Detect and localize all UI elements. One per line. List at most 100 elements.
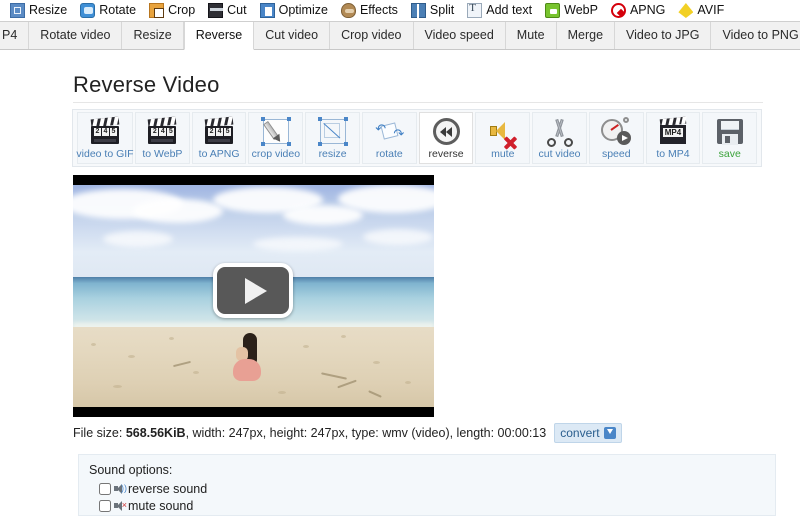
menu-item-apng[interactable]: APNG [610,1,665,21]
menu-item-split[interactable]: Split [410,1,455,21]
menu-label: AVIF [697,3,725,18]
reverse-sound-checkbox[interactable] [99,482,111,495]
app-root: Resize Rotate Crop Cut Optimize Effects … [0,0,800,518]
clapperboard-icon: 245 [146,116,178,147]
mp4-clapperboard-icon: MP4 [657,116,689,147]
tab-label: Mute [516,28,545,43]
resize-icon [10,3,25,18]
crop-icon [149,3,165,18]
tab-p4[interactable]: P4 [0,22,30,49]
file-size-value: 568.56KiB [125,426,186,440]
tab-label: P4 [2,28,18,43]
sound-options-panel: Sound options: )) reverse sound × mute s… [78,454,776,516]
tab-rotate-video[interactable]: Rotate video [29,22,123,49]
tool-button-rotate[interactable]: ↶ ↷ rotate [361,112,417,164]
tool-label: video to GIF [76,148,134,160]
optimize-icon [259,3,275,18]
tab-video-to-png[interactable]: Video to PNG [711,22,800,49]
option-row-mute-sound[interactable]: × mute sound [89,497,775,514]
cloud [103,231,173,247]
tool-label: speed [601,148,631,160]
tool-button-speed[interactable]: speed [588,112,644,164]
speaker-mute-icon [487,117,519,150]
menu-item-avif[interactable]: AVIF [678,1,724,21]
tab-label: Crop video [341,28,402,43]
avif-icon [678,3,694,18]
menu-label: Effects [359,3,398,18]
menu-item-resize[interactable]: Resize [10,1,67,21]
tool-button-to-apng[interactable]: 245 to APNG [191,112,247,164]
tab-label: Cut video [265,28,319,43]
file-info-line: File size: 568.56KiB , width: 247px, hei… [73,423,622,443]
convert-button[interactable]: convert [554,423,622,443]
tab-label: Rotate video [40,28,111,43]
menu-item-effects[interactable]: Effects [340,1,398,21]
add-text-icon [467,2,483,18]
option-label: mute sound [128,498,194,513]
tab-resize[interactable]: Resize [122,22,184,49]
file-size-label: File size: [73,426,123,440]
tool-label: rotate [375,148,403,160]
cut-icon [208,3,224,18]
tool-button-reverse[interactable]: reverse [418,112,474,164]
tool-button-to-webp[interactable]: 245 to WebP [135,112,190,164]
tool-button-resize[interactable]: resize [305,112,360,164]
play-icon [244,277,267,304]
menu-label: WebP [564,3,598,18]
tool-label: reverse [428,148,464,160]
tab-label: Video to PNG [722,28,799,43]
clapperboard-icon: 245 [203,116,235,147]
mute-sound-checkbox[interactable] [99,499,111,512]
menu-label: Optimize [278,3,328,18]
menu-label: Resize [29,3,68,18]
tab-label: Video speed [424,28,494,43]
menu-item-optimize[interactable]: Optimize [259,1,328,21]
play-button[interactable] [213,263,293,318]
tab-strip: P4 Rotate video Resize Reverse Cut video… [0,22,800,50]
tool-label: save [718,148,741,160]
tab-cut-video[interactable]: Cut video [254,22,331,49]
convert-label: convert [560,426,600,440]
tab-video-to-jpg[interactable]: Video to JPG [615,22,712,49]
menu-item-rotate[interactable]: Rotate [80,1,136,21]
tool-button-save[interactable]: save [702,112,758,164]
tool-label: resize [318,148,347,160]
apng-icon [610,3,626,18]
tool-label: to MP4 [656,148,690,160]
menu-item-crop[interactable]: Crop [149,1,195,21]
tool-button-mute[interactable]: mute [475,112,531,164]
floppy-disk-icon [714,117,746,147]
title-divider [73,102,763,103]
tab-reverse[interactable]: Reverse [183,22,255,50]
tool-label: to WebP [142,148,183,160]
video-preview[interactable] [73,175,434,417]
clapperboard-icon: 245 [89,116,121,147]
cloud [253,237,343,251]
tool-button-cut-video[interactable]: cut video [532,112,587,164]
person-body [233,359,261,381]
tool-label: cut video [538,148,581,160]
speedometer-icon [600,117,632,147]
crop-pen-icon [260,117,292,147]
tool-button-video-to-gif[interactable]: 245 video to GIF [76,112,134,164]
menu-item-add-text[interactable]: Add text [467,1,532,21]
menu-item-cut[interactable]: Cut [208,1,247,21]
tool-button-crop-video[interactable]: crop video [248,112,304,164]
tool-label: crop video [251,148,301,160]
menu-item-webp[interactable]: WebP [545,1,598,21]
cloud [363,229,433,245]
tab-mute[interactable]: Mute [506,22,557,49]
tab-crop-video[interactable]: Crop video [330,22,414,49]
resize-handles-icon [317,117,349,147]
video-frame [73,185,434,407]
tab-label: Reverse [195,28,243,43]
tool-button-to-mp4[interactable]: MP4 to MP4 [645,112,701,164]
rewind-icon [430,117,462,147]
menu-label: Add text [486,3,533,18]
tab-merge[interactable]: Merge [557,22,616,49]
menu-label: Split [429,3,455,18]
option-row-reverse-sound[interactable]: )) reverse sound [89,480,775,497]
rotate-icon [80,3,96,18]
cloud [133,199,223,223]
tab-video-speed[interactable]: Video speed [414,22,506,49]
